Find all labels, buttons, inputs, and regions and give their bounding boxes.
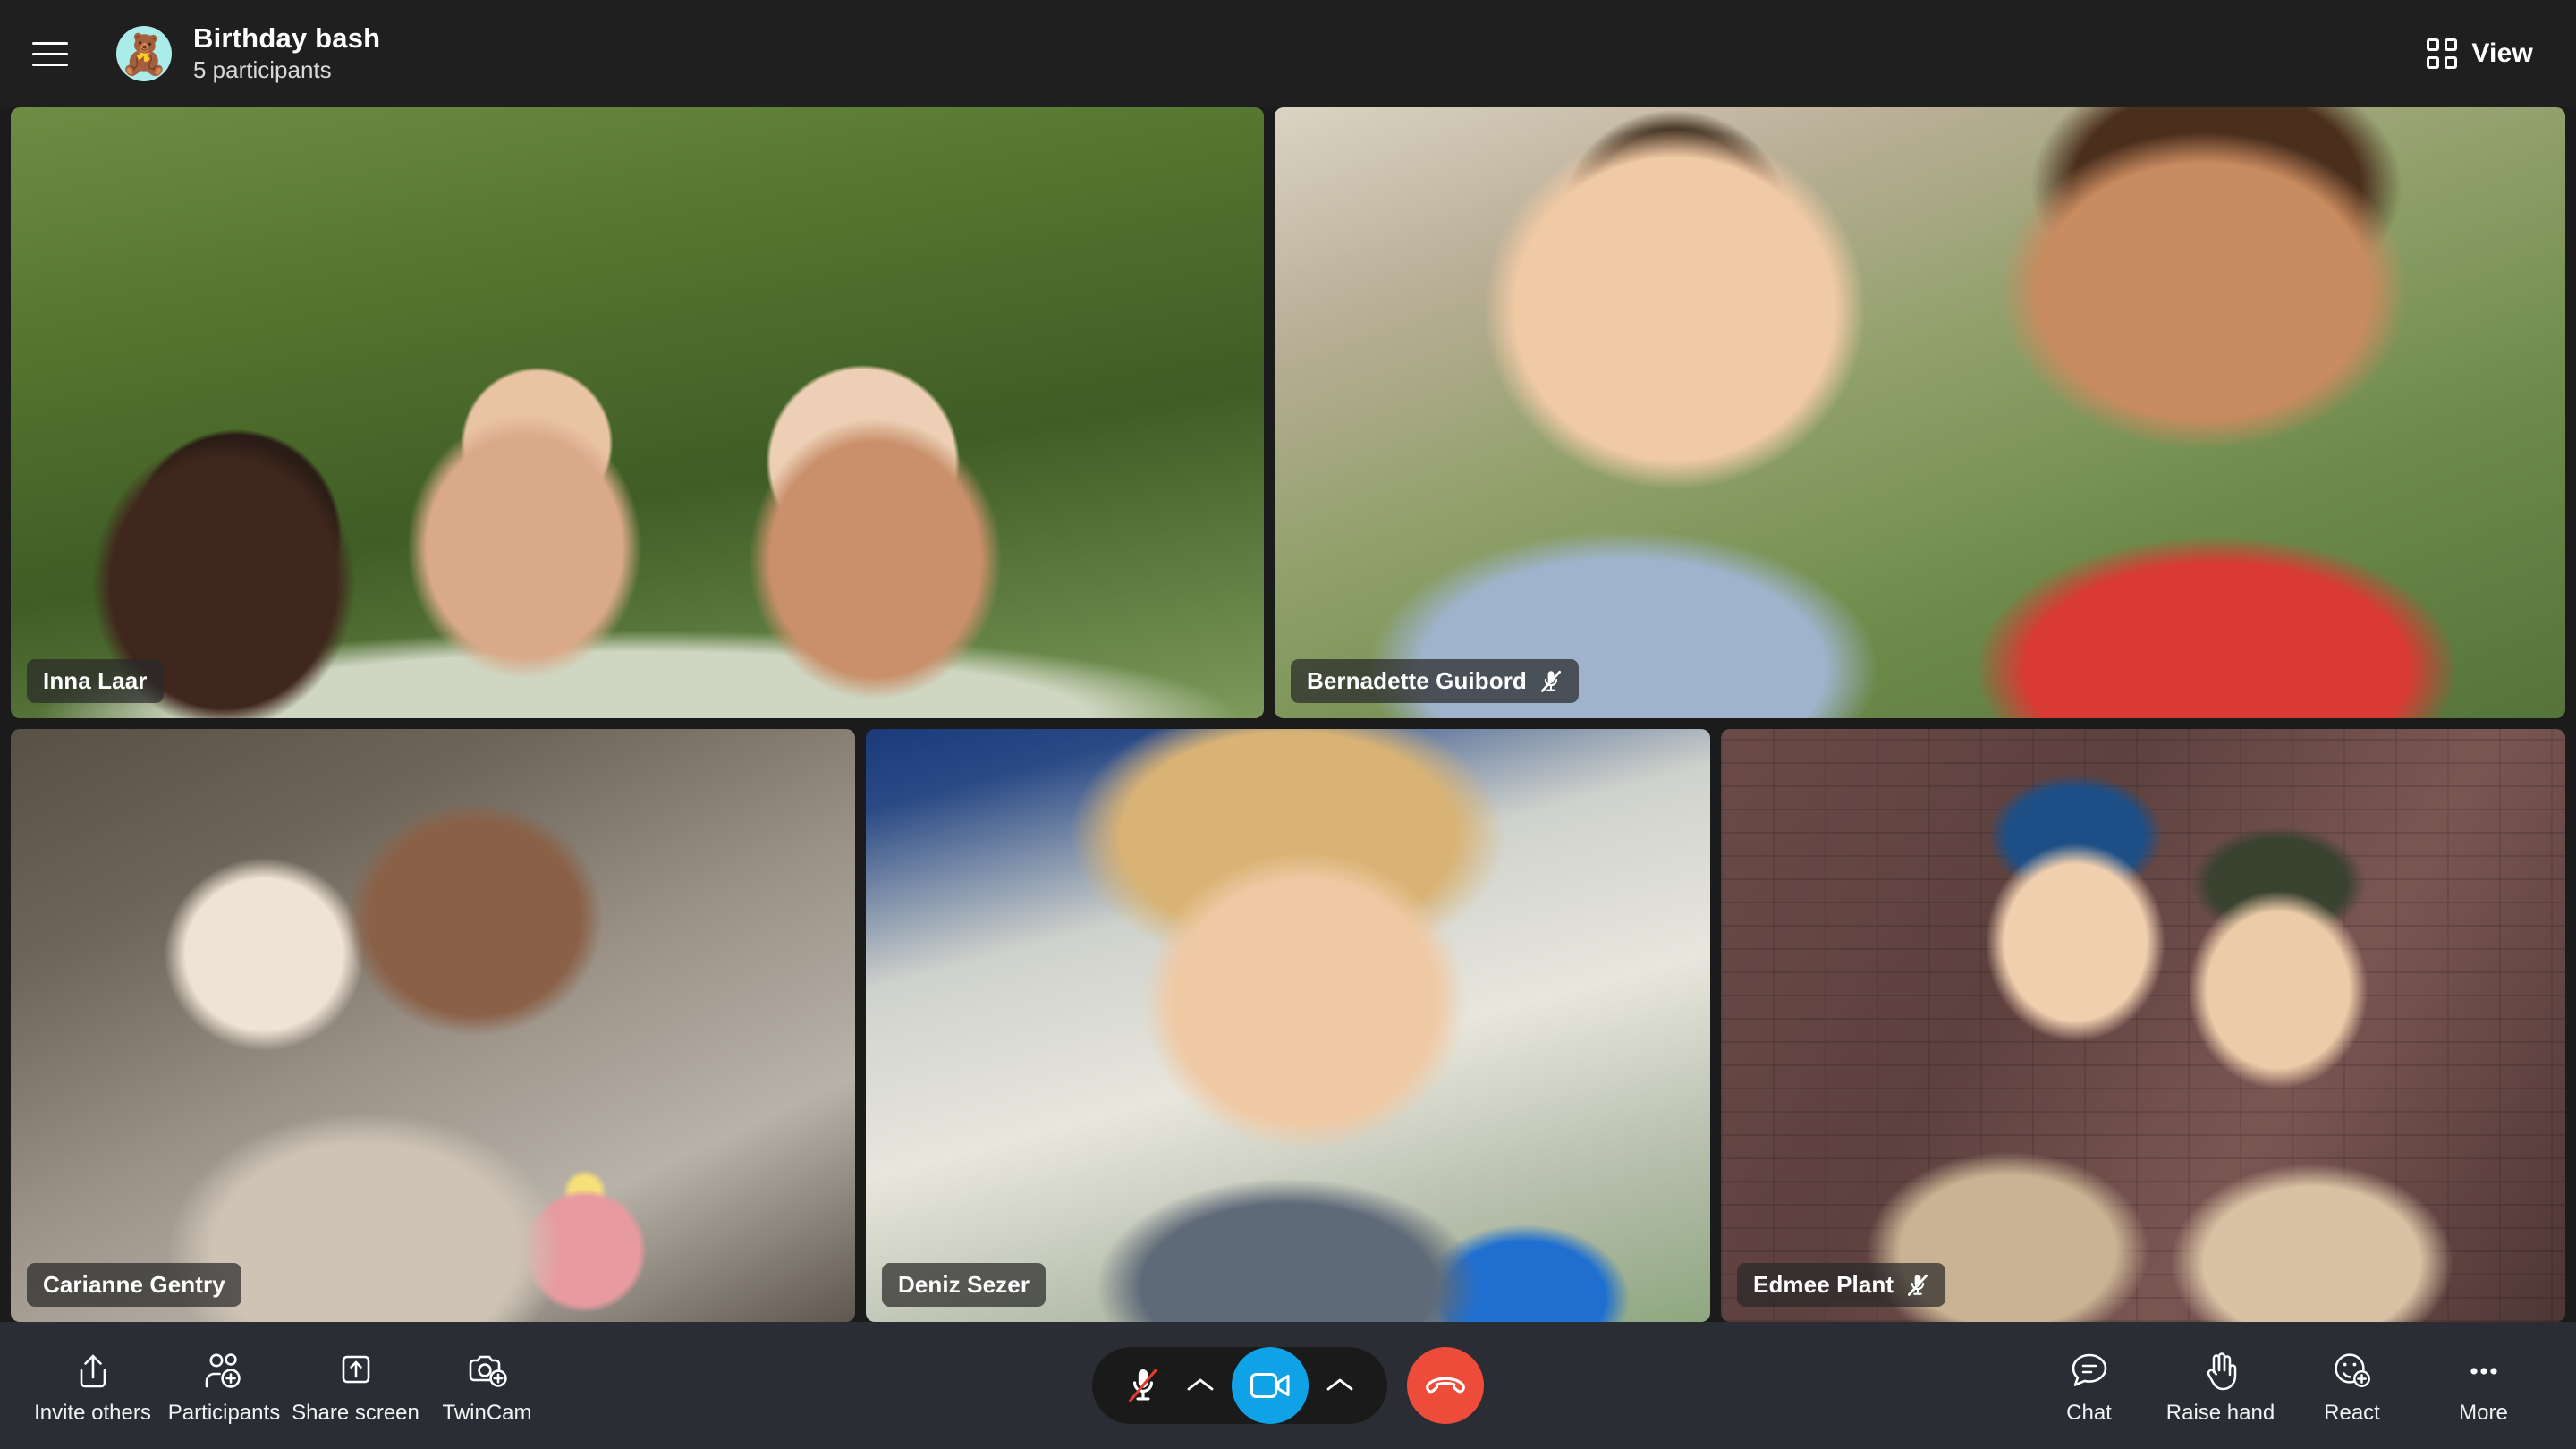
chat-button[interactable]: Chat: [2023, 1345, 2155, 1426]
hamburger-line: [32, 63, 68, 66]
participants-button[interactable]: Participants: [158, 1345, 290, 1426]
avatar[interactable]: 🧸: [116, 26, 172, 81]
hamburger-line: [32, 52, 68, 55]
grid-view-icon: [2427, 38, 2458, 69]
status-badge: Deniz Sezer: [882, 1263, 1046, 1307]
teddy-bear-avatar-icon: 🧸: [119, 33, 169, 77]
camera-toggle-button[interactable]: [1232, 1347, 1309, 1424]
raise-hand-label: Raise hand: [2165, 1401, 2275, 1425]
chat-bubble-icon: [2069, 1349, 2110, 1394]
raise-hand-button[interactable]: Raise hand: [2155, 1345, 2286, 1426]
hamburger-line: [32, 41, 68, 45]
video-stream: [11, 107, 1264, 718]
end-call-button[interactable]: [1407, 1347, 1484, 1424]
add-person-icon: [203, 1349, 246, 1394]
chat-label: Chat: [2066, 1401, 2112, 1425]
video-grid-row-bottom: Carianne Gentry Deniz Sezer Edmee Plant: [11, 729, 2565, 1322]
share-upload-icon: [73, 1349, 113, 1394]
participant-name: Carianne Gentry: [43, 1271, 225, 1298]
call-header: 🧸 Birthday bash 5 participants View: [0, 0, 2576, 107]
more-label: More: [2459, 1401, 2508, 1425]
mic-off-icon: [1908, 1274, 1928, 1296]
av-controls-pill: [1092, 1347, 1387, 1424]
view-button[interactable]: View: [2419, 30, 2540, 78]
invite-others-button[interactable]: Invite others: [27, 1345, 158, 1426]
participants-label: Participants: [167, 1401, 281, 1425]
share-screen-label: Share screen: [292, 1401, 419, 1425]
participant-name: Deniz Sezer: [898, 1271, 1030, 1298]
participant-count: 5 participants: [193, 56, 332, 84]
call-title-block: Birthday bash 5 participants: [193, 21, 381, 85]
video-tile[interactable]: Edmee Plant: [1721, 729, 2565, 1322]
status-badge: Bernadette Guibord: [1290, 659, 1579, 703]
mic-off-icon: [1540, 670, 1561, 692]
more-ellipsis-icon: [2462, 1349, 2505, 1394]
call-controls: [1092, 1347, 1484, 1424]
video-tile[interactable]: Carianne Gentry: [11, 729, 855, 1322]
video-tile[interactable]: Bernadette Guibord: [1274, 107, 2565, 718]
call-toolbar: Invite others Participants Share screen …: [0, 1322, 2576, 1449]
video-stream: [866, 729, 1710, 1322]
react-button[interactable]: React: [2286, 1345, 2418, 1426]
video-grid-row-top: Inna Laar Bernadette Guibord: [11, 107, 2565, 718]
add-reaction-icon: [2331, 1349, 2374, 1394]
hamburger-menu-icon[interactable]: [32, 30, 79, 77]
page-title: Birthday bash: [193, 21, 381, 54]
mic-menu-button[interactable]: [1176, 1358, 1224, 1413]
participant-name: Inna Laar: [43, 667, 148, 694]
status-badge: Inna Laar: [27, 659, 164, 703]
twincam-button[interactable]: TwinCam: [421, 1345, 553, 1426]
mic-toggle-button[interactable]: [1115, 1358, 1171, 1413]
camera-menu-button[interactable]: [1316, 1358, 1364, 1413]
video-grid: Inna Laar Bernadette Guibord Carianne Ge…: [0, 107, 2576, 1322]
video-tile[interactable]: Deniz Sezer: [866, 729, 1710, 1322]
participant-name: Bernadette Guibord: [1306, 667, 1527, 694]
add-camera-icon: [465, 1349, 510, 1394]
video-stream: [1274, 107, 2565, 718]
share-screen-button[interactable]: Share screen: [290, 1345, 421, 1426]
toolbar-left-group: Invite others Participants Share screen …: [27, 1345, 553, 1426]
toolbar-right-group: Chat Raise hand React More: [2023, 1345, 2549, 1426]
react-label: React: [2324, 1401, 2380, 1425]
raise-hand-icon: [2201, 1349, 2241, 1394]
participant-name: Edmee Plant: [1753, 1271, 1894, 1298]
twincam-label: TwinCam: [442, 1401, 532, 1425]
video-tile[interactable]: Inna Laar: [11, 107, 1264, 718]
more-button[interactable]: More: [2418, 1345, 2549, 1426]
status-badge: Carianne Gentry: [27, 1263, 242, 1307]
video-call-window: 🧸 Birthday bash 5 participants View Inna…: [0, 0, 2576, 1449]
status-badge: Edmee Plant: [1737, 1263, 1946, 1307]
video-stream: [11, 729, 855, 1322]
video-stream: [1721, 729, 2565, 1322]
invite-others-label: Invite others: [34, 1401, 151, 1425]
share-screen-icon: [336, 1349, 376, 1394]
view-button-label: View: [2471, 38, 2533, 68]
